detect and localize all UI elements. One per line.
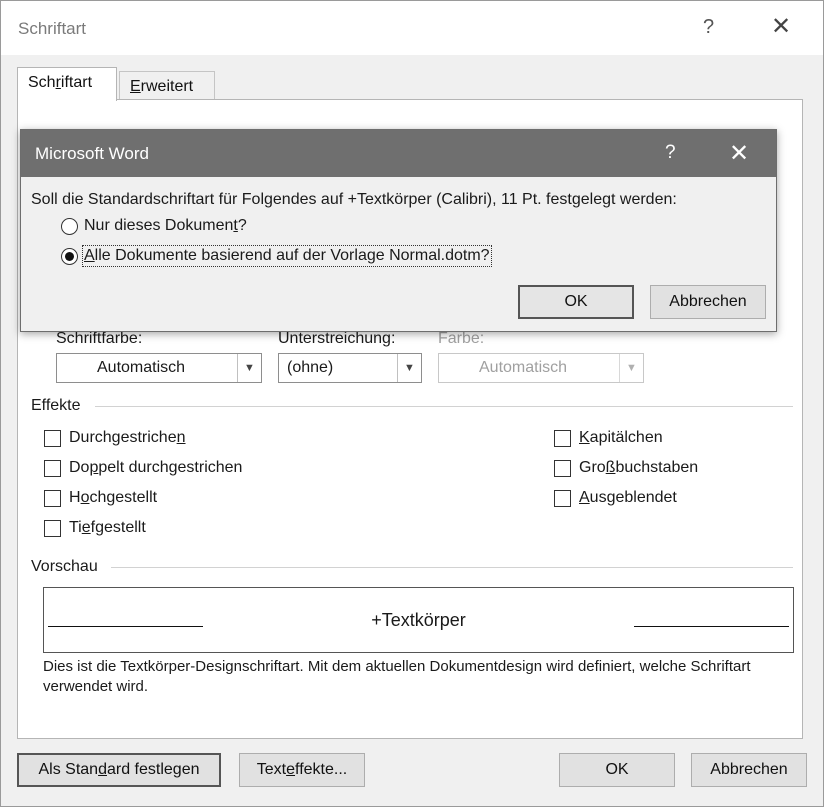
close-icon[interactable]: ✕ [729, 139, 749, 168]
checkbox-label: Tiefgestellt [69, 519, 146, 536]
checkbox-strikethrough[interactable]: Durchgestrichen [44, 429, 186, 447]
checkbox-label: Kapitälchen [579, 429, 663, 446]
font-dialog: Schriftart ? ✕ Schriftart Erweitert Schr… [0, 0, 824, 807]
checkbox-subscript[interactable]: Tiefgestellt [44, 519, 146, 537]
checkbox-label: Hochgestellt [69, 489, 158, 506]
preview-sample-text: +Textkörper [371, 610, 466, 630]
confirm-title: Microsoft Word [35, 144, 149, 163]
tab-schriftart[interactable]: Schriftart [17, 67, 117, 101]
tab-schriftart-label: Schriftart [28, 74, 93, 91]
underline-label: Unterstreichung: [278, 330, 396, 347]
checkbox-double-strikethrough[interactable]: Doppelt durchgestrichen [44, 459, 242, 477]
text-effects-button[interactable]: Texteffekte... [239, 753, 365, 787]
radio-this-document[interactable]: Nur dieses Dokument? [61, 217, 247, 235]
checkbox-hidden[interactable]: Ausgeblendet [554, 489, 677, 507]
title-bar: Schriftart ? ✕ [1, 1, 823, 55]
radio-label: Alle Dokumente basierend auf der Vorlage… [82, 245, 492, 267]
underline-color-label: Farbe: [438, 330, 485, 347]
confirm-message: Soll die Standardschriftart für Folgende… [31, 191, 677, 208]
checkbox-superscript[interactable]: Hochgestellt [44, 489, 157, 507]
checkbox-box[interactable] [44, 459, 61, 477]
confirm-ok-button[interactable]: OK [518, 285, 634, 319]
underline-select[interactable]: (ohne) ▼ [278, 353, 422, 383]
checkbox-label: Doppelt durchgestrichen [69, 459, 243, 476]
underline-color-select: Automatisch ▼ [438, 353, 644, 383]
close-icon[interactable]: ✕ [771, 12, 791, 41]
text-effects-button-label: Texteffekte... [256, 761, 348, 778]
font-color-value: Automatisch [97, 359, 186, 376]
checkbox-box[interactable] [554, 489, 571, 507]
preview-heading: Vorschau [31, 558, 98, 575]
set-default-button[interactable]: Als Standard festlegen [17, 753, 221, 787]
confirm-help-button[interactable]: ? [665, 142, 676, 164]
checkbox-label: Ausgeblendet [579, 489, 677, 506]
underline-value: (ohne) [287, 359, 334, 376]
tab-erweitert[interactable]: Erweitert [119, 71, 215, 101]
window-title: Schriftart [18, 19, 87, 38]
preview-baseline-right [634, 626, 789, 627]
checkbox-box[interactable] [44, 519, 61, 537]
checkbox-all-caps[interactable]: Großbuchstaben [554, 459, 698, 477]
confirm-title-bar: Microsoft Word ? ✕ [21, 130, 776, 177]
preview-divider [111, 567, 793, 568]
checkbox-box[interactable] [44, 489, 61, 507]
ok-button[interactable]: OK [559, 753, 675, 787]
font-color-select[interactable]: Automatisch ▼ [56, 353, 262, 383]
radio-all-documents[interactable]: Alle Dokumente basierend auf der Vorlage… [61, 245, 492, 267]
confirm-cancel-button[interactable]: Abbrechen [650, 285, 766, 319]
chevron-down-icon: ▼ [237, 354, 261, 382]
radio-label: Nur dieses Dokument? [84, 217, 247, 234]
set-default-button-label: Als Standard festlegen [38, 761, 200, 778]
font-color-label: Schriftfarbe: [56, 330, 143, 347]
effects-heading: Effekte [31, 397, 81, 414]
underline-color-value: Automatisch [479, 359, 568, 376]
checkbox-box[interactable] [554, 429, 571, 447]
effects-divider [95, 406, 793, 407]
help-button[interactable]: ? [703, 16, 714, 39]
checkbox-box[interactable] [554, 459, 571, 477]
checkbox-small-caps[interactable]: Kapitälchen [554, 429, 663, 447]
radio-circle-selected[interactable] [61, 247, 78, 265]
chevron-down-icon: ▼ [619, 354, 643, 382]
tab-erweitert-label: Erweitert [130, 78, 194, 95]
preview-description: Dies ist die Textkörper-Designschriftart… [43, 658, 751, 695]
checkbox-box[interactable] [44, 429, 61, 447]
preview-box: +Textkörper [43, 587, 794, 653]
chevron-down-icon: ▼ [397, 354, 421, 382]
checkbox-label: Großbuchstaben [579, 459, 699, 476]
confirm-dialog: Microsoft Word ? ✕ Soll die Standardschr… [20, 129, 777, 332]
checkbox-label: Durchgestrichen [69, 429, 186, 446]
cancel-button[interactable]: Abbrechen [691, 753, 807, 787]
radio-circle[interactable] [61, 217, 78, 235]
